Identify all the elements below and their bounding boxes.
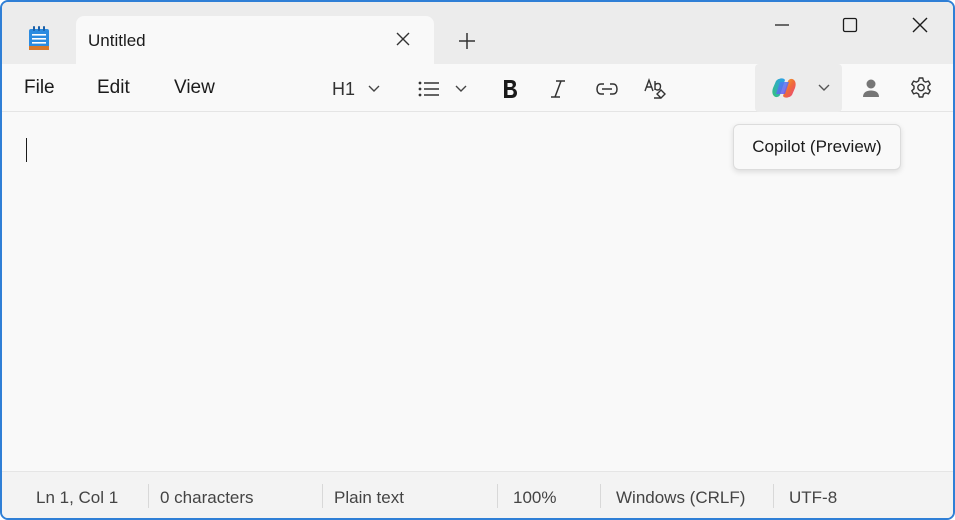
toolbar: File Edit View H1: [2, 64, 953, 112]
list-icon: [418, 81, 439, 97]
link-button[interactable]: [595, 74, 619, 104]
new-tab-icon[interactable]: [454, 28, 480, 54]
status-format[interactable]: Plain text: [334, 488, 404, 508]
chevron-down-icon: [818, 84, 830, 91]
menu-view[interactable]: View: [174, 77, 215, 99]
title-bar[interactable]: Untitled: [2, 2, 953, 66]
status-divider: [497, 484, 498, 508]
maximize-button[interactable]: [815, 2, 885, 48]
chevron-down-icon: [455, 85, 467, 92]
close-window-button[interactable]: [885, 2, 953, 48]
text-caret: [26, 138, 27, 162]
status-position: Ln 1, Col 1: [36, 488, 119, 507]
settings-icon[interactable]: [909, 76, 933, 100]
clear-formatting-icon: [644, 77, 666, 99]
status-zoom[interactable]: 100%: [513, 488, 556, 508]
notepad-app-icon: [29, 26, 49, 50]
menu-edit[interactable]: Edit: [97, 77, 130, 99]
status-line-endings[interactable]: Windows (CRLF): [616, 488, 745, 508]
bold-icon: [504, 80, 517, 98]
copilot-button[interactable]: [755, 64, 842, 112]
notepad-window: Untitled File Edit View H1 Copilot (Prev…: [0, 0, 955, 520]
menu-file[interactable]: File: [24, 77, 55, 99]
link-icon: [596, 83, 618, 95]
chevron-down-icon: [368, 85, 380, 92]
status-encoding[interactable]: UTF-8: [789, 488, 837, 508]
status-bar: Ln 1, Col 1 0 characters Plain text 100%…: [2, 471, 953, 518]
maximize-icon: [842, 17, 858, 33]
heading-value: H1: [332, 78, 356, 99]
italic-icon: [551, 80, 565, 98]
heading-dropdown[interactable]: H1: [332, 74, 381, 104]
profile-icon[interactable]: [859, 76, 883, 100]
status-divider: [148, 484, 149, 508]
copilot-icon: [772, 78, 796, 98]
copilot-tooltip: Copilot (Preview): [733, 124, 901, 170]
bold-button[interactable]: [500, 74, 520, 104]
status-divider: [773, 484, 774, 508]
italic-button[interactable]: [548, 74, 568, 104]
clear-formatting-button[interactable]: [643, 74, 667, 104]
list-dropdown[interactable]: [418, 74, 468, 104]
close-tab-icon[interactable]: [394, 30, 412, 48]
tab-untitled[interactable]: Untitled: [76, 16, 434, 66]
tooltip-text: Copilot (Preview): [752, 137, 882, 156]
minimize-icon: [775, 24, 789, 26]
status-characters: 0 characters: [160, 488, 254, 507]
close-icon: [912, 17, 928, 33]
minimize-button[interactable]: [747, 2, 817, 48]
status-divider: [600, 484, 601, 508]
status-divider: [322, 484, 323, 508]
tab-title: Untitled: [88, 31, 146, 50]
